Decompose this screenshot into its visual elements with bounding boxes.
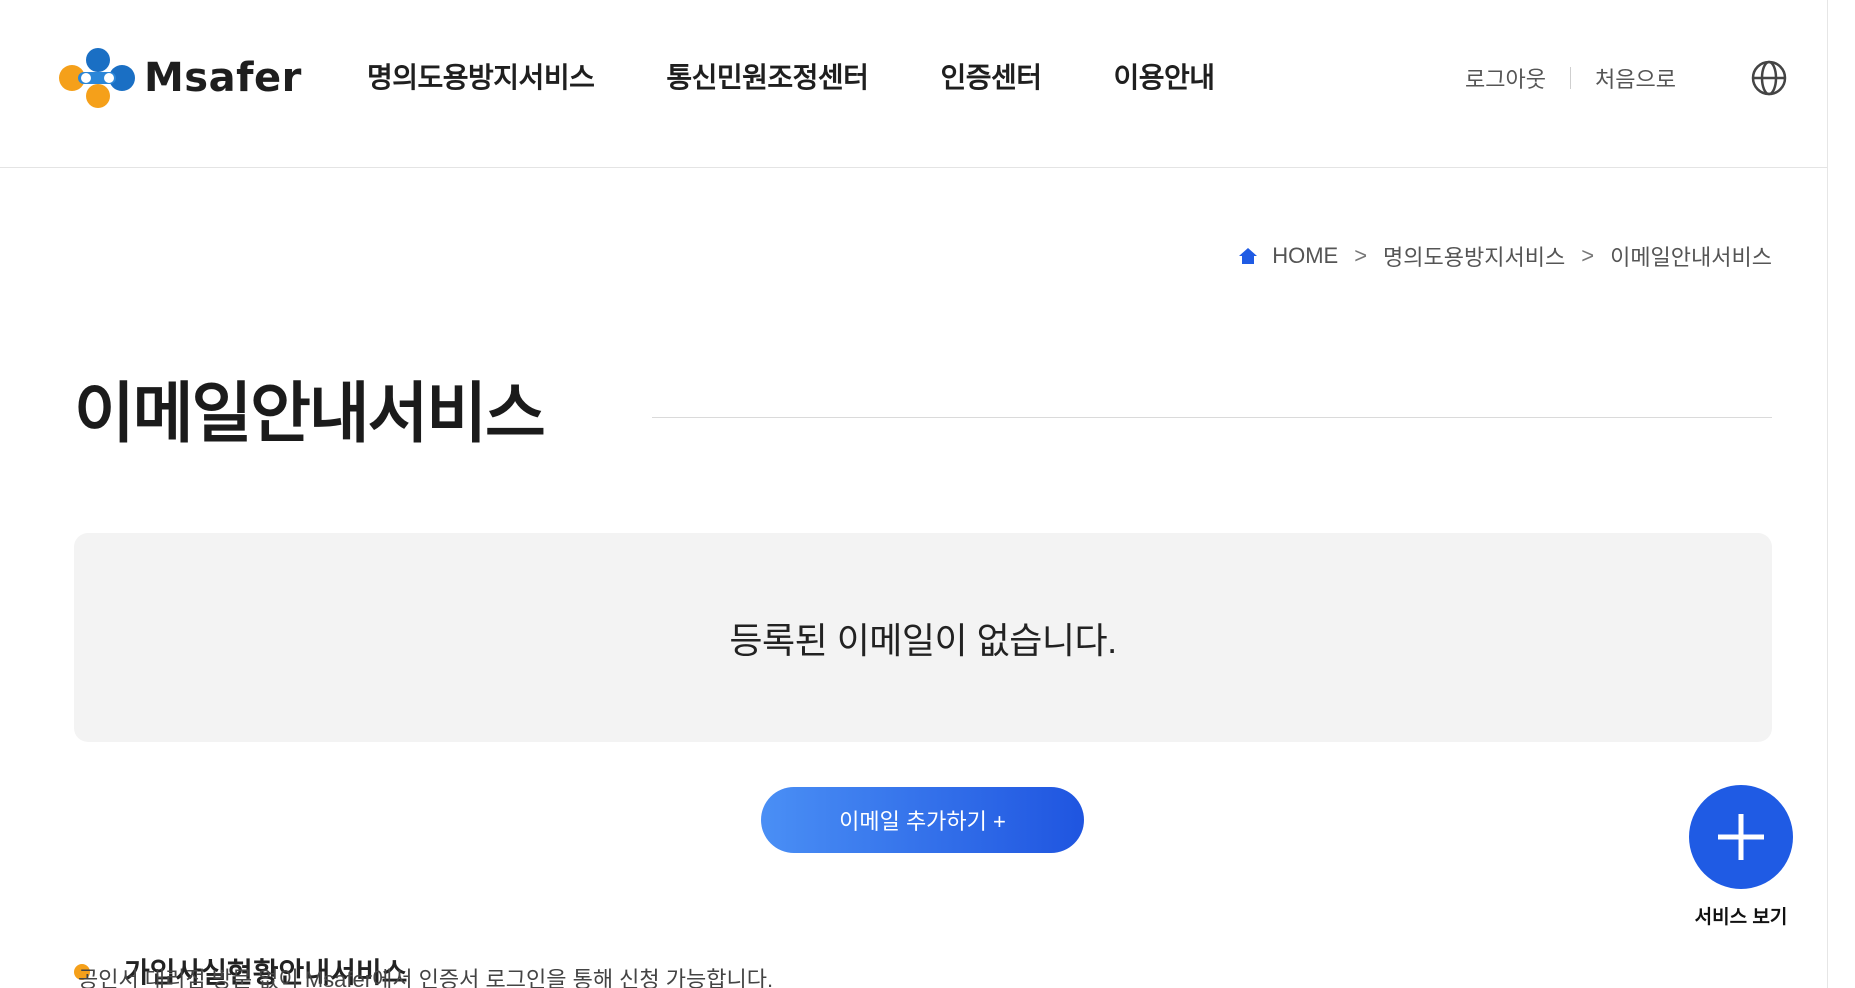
plus-icon (1718, 814, 1764, 860)
nav-certification-center[interactable]: 인증센터 (940, 56, 1042, 96)
breadcrumb-current: 이메일안내서비스 (1610, 245, 1772, 270)
breadcrumb: HOME > 명의도용방지서비스 > 이메일안내서비스 (1238, 240, 1772, 272)
msafer-logo[interactable]: Msafer (54, 46, 302, 110)
service-view-fab[interactable] (1689, 785, 1793, 889)
util-divider (1569, 67, 1571, 89)
globe-icon[interactable] (1750, 59, 1788, 97)
go-home-link[interactable]: 처음으로 (1595, 62, 1676, 94)
breadcrumb-separator: > (1581, 243, 1595, 268)
empty-message: 등록된 이메일이 없습니다. (729, 619, 1117, 661)
utility-links: 로그아웃 처음으로 (1465, 62, 1676, 94)
logout-link[interactable]: 로그아웃 (1465, 62, 1546, 94)
main-navigation: 명의도용방지서비스 통신민원조정센터 인증센터 이용안내 (367, 56, 1287, 96)
site-header: Msafer 명의도용방지서비스 통신민원조정센터 인증센터 이용안내 로그아웃… (0, 0, 1828, 168)
logo-mark-icon (59, 48, 135, 108)
email-list-empty-state: 등록된 이메일이 없습니다. (74, 533, 1772, 742)
breadcrumb-home[interactable]: HOME (1272, 243, 1338, 269)
nav-usage-guide[interactable]: 이용안내 (1113, 56, 1215, 96)
logo-text: Msafer (144, 55, 302, 101)
nav-telecom-complaint-center[interactable]: 통신민원조정센터 (666, 56, 869, 96)
title-divider (652, 417, 1772, 418)
service-view-label[interactable]: 서비스 보기 (1688, 902, 1794, 929)
nav-identity-protection[interactable]: 명의도용방지서비스 (367, 56, 595, 96)
breadcrumb-identity-protection[interactable]: 명의도용방지서비스 (1383, 240, 1565, 272)
section-description: 공인서 대리점 방문 없이 Msafer에서 인증서 로그인을 통해 신청 가능… (78, 967, 774, 988)
breadcrumb-separator: > (1354, 243, 1368, 268)
page-title: 이메일안내서비스 (74, 375, 546, 452)
home-icon[interactable] (1238, 246, 1258, 266)
add-email-button[interactable]: 이메일 추가하기 + (761, 787, 1084, 853)
page-edge-divider (1827, 0, 1828, 988)
